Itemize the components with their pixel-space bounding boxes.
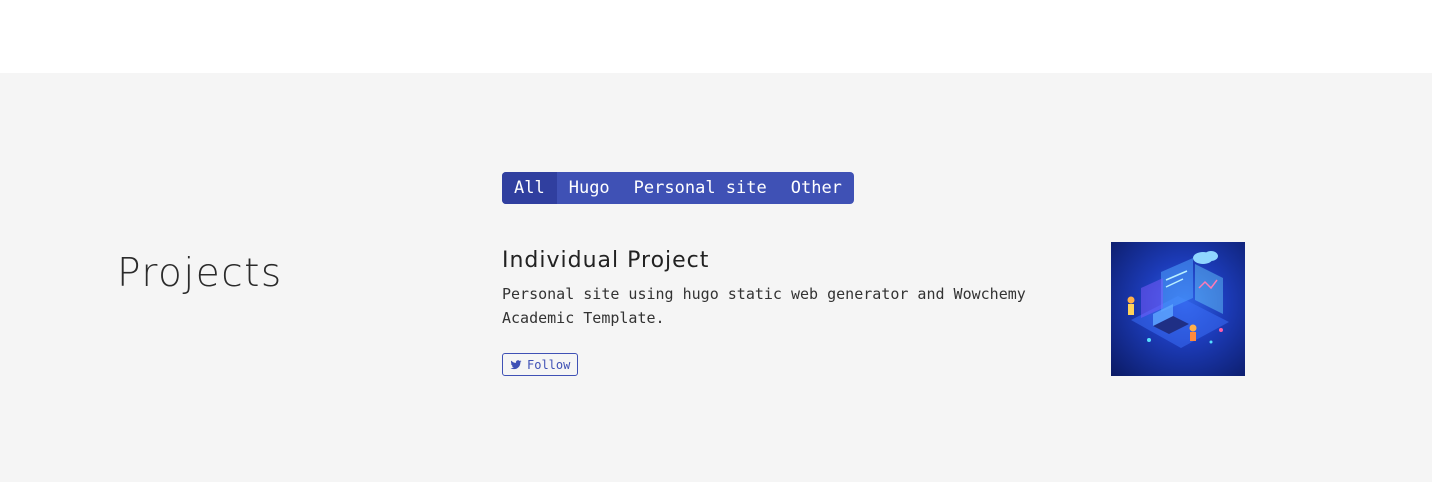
project-filter-group: All Hugo Personal site Other — [502, 172, 854, 204]
isometric-illustration — [1127, 251, 1229, 348]
follow-label: Follow — [527, 357, 571, 372]
filter-other-button[interactable]: Other — [779, 172, 854, 204]
filter-all-button[interactable]: All — [502, 172, 557, 204]
filter-hugo-button[interactable]: Hugo — [557, 172, 622, 204]
project-summary: Personal site using hugo static web gene… — [502, 285, 1026, 327]
section-title: Projects — [117, 251, 283, 296]
projects-section: Projects All Hugo Personal site Other In… — [0, 73, 1432, 482]
project-title[interactable]: Individual Project — [502, 242, 1062, 280]
twitter-icon — [510, 359, 522, 369]
project-thumbnail[interactable] — [1111, 242, 1245, 376]
top-whitespace — [0, 0, 1432, 73]
filter-personal-site-button[interactable]: Personal site — [622, 172, 779, 204]
follow-button[interactable]: Follow — [502, 353, 579, 376]
project-card: Individual Project Personal site using h… — [502, 242, 1062, 376]
